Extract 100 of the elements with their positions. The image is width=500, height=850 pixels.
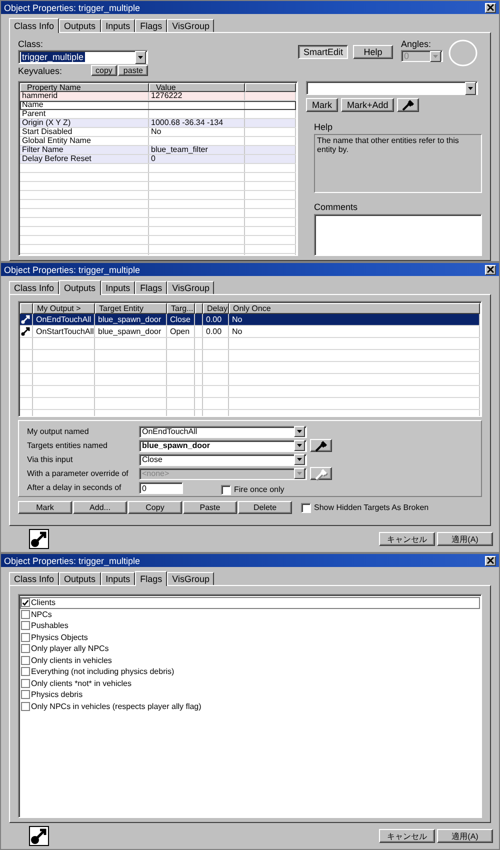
flag-label: Only NPCs in vehicles (respects player ally flag)	[31, 702, 202, 711]
tab[interactable]: Class Info	[9, 281, 60, 294]
property-value: 1000.68 -36.34 -134	[151, 119, 224, 127]
cancel-button[interactable]: キャンセル	[379, 532, 435, 546]
close-button[interactable]	[485, 2, 496, 12]
keyvalues-label: Keyvalues:	[18, 66, 62, 76]
column-header[interactable]	[20, 303, 33, 314]
checkbox[interactable]	[21, 667, 30, 676]
tab[interactable]: Flags	[135, 571, 168, 586]
class-dropdown[interactable]: trigger_multiple	[18, 50, 148, 64]
checkbox[interactable]	[21, 610, 30, 619]
action-button[interactable]: Delete	[238, 501, 292, 514]
smartedit-button[interactable]: SmartEdit	[298, 45, 348, 59]
checkbox[interactable]	[21, 656, 30, 665]
action-button[interactable]: Mark	[18, 501, 72, 514]
tab[interactable]: Inputs	[100, 281, 136, 294]
property-row[interactable]: Start Disabled No	[20, 128, 296, 137]
flag-item[interactable]: Everything (not including physics debris)	[20, 666, 480, 678]
eyedropper-button[interactable]	[397, 98, 420, 112]
tab[interactable]: Outputs	[59, 280, 101, 295]
column-header[interactable]: Targ...	[167, 303, 195, 314]
tab[interactable]: VisGroup	[167, 19, 214, 32]
column-header[interactable]: Value	[149, 83, 245, 92]
action-button[interactable]: Copy	[128, 501, 182, 514]
property-name: Filter Name	[20, 146, 149, 154]
tab[interactable]: Inputs	[100, 19, 136, 32]
column-header[interactable]: Only Once	[229, 303, 480, 314]
paste-button[interactable]: paste	[118, 65, 148, 76]
checkbox[interactable]	[21, 598, 30, 608]
tab[interactable]: Flags	[135, 19, 168, 32]
column-header[interactable]: Delay	[203, 303, 229, 314]
property-row[interactable]: Delay Before Reset 0	[20, 155, 296, 164]
flag-item[interactable]: Only clients *not* in vehicles	[20, 678, 480, 689]
output-row[interactable]: OnEndTouchAll blue_spawn_door Close 0.00 No	[20, 314, 480, 326]
tab[interactable]: Flags	[135, 281, 168, 294]
field-label: My output named	[27, 427, 90, 436]
property-row[interactable]: hammerid 1276222	[20, 92, 296, 101]
flag-item[interactable]: Pushables	[20, 620, 480, 632]
tab[interactable]: Outputs	[59, 19, 101, 32]
dropdown-field[interactable]: blue_spawn_door	[139, 440, 307, 452]
column-header[interactable]	[245, 83, 296, 92]
delay-field[interactable]: 0	[139, 482, 183, 494]
comments-label: Comments	[314, 202, 359, 212]
action-button[interactable]: Add...	[73, 501, 127, 514]
tab[interactable]: VisGroup	[167, 281, 214, 294]
checkbox[interactable]	[221, 484, 231, 494]
comments-field[interactable]	[314, 214, 482, 256]
dropdown-field[interactable]: Close	[139, 454, 307, 466]
tab[interactable]: Inputs	[100, 572, 136, 585]
checkbox[interactable]	[21, 678, 30, 688]
copy-button[interactable]: copy	[90, 65, 118, 76]
flag-item[interactable]: Physics Objects	[20, 632, 480, 643]
checkbox[interactable]	[301, 502, 311, 512]
property-dropdown[interactable]	[306, 81, 478, 95]
property-value: 0	[151, 155, 156, 163]
property-row[interactable]: Filter Name blue_team_filter	[20, 146, 296, 155]
mark-button[interactable]: Mark	[306, 98, 338, 112]
property-row[interactable]: Name	[20, 101, 296, 110]
flag-item[interactable]: Only NPCs in vehicles (respects player ally flag)	[20, 700, 480, 712]
class-label: Class:	[18, 39, 44, 49]
apply-button[interactable]: 適用(A)	[437, 532, 493, 546]
close-icon	[487, 557, 494, 564]
table-cell: 0.00	[203, 326, 229, 337]
flag-item[interactable]: Clients	[20, 597, 480, 608]
output-row[interactable]: OnStartTouchAll blue_spawn_door Open 0.00 No	[20, 326, 480, 338]
tab[interactable]: Class Info	[9, 18, 60, 33]
column-header[interactable]	[195, 303, 203, 314]
cancel-button[interactable]: キャンセル	[379, 829, 435, 843]
close-button[interactable]	[485, 264, 496, 274]
checkbox[interactable]	[21, 621, 30, 630]
tab[interactable]: Class Info	[9, 572, 60, 585]
flag-item[interactable]: Only clients in vehicles	[20, 654, 480, 666]
checkbox[interactable]	[21, 690, 30, 700]
action-button[interactable]: Paste	[183, 501, 237, 514]
table-cell: Close	[167, 314, 195, 325]
close-button[interactable]	[485, 556, 496, 566]
apply-button[interactable]: 適用(A)	[437, 829, 493, 843]
window-title: Object Properties: trigger_multiple	[4, 264, 142, 274]
flag-label: Pushables	[31, 621, 68, 630]
checkbox[interactable]	[21, 702, 30, 711]
entity-icon	[29, 826, 49, 846]
tab[interactable]: Outputs	[59, 572, 101, 585]
eyedropper-button[interactable]	[310, 439, 332, 452]
table-cell: OnStartTouchAll	[33, 326, 95, 337]
column-header[interactable]: Target Entity	[95, 303, 167, 314]
flag-item[interactable]: Only player ally NPCs	[20, 643, 480, 654]
help-button[interactable]: Help	[353, 45, 393, 59]
mark-add-button[interactable]: Mark+Add	[341, 98, 394, 112]
dropdown-field[interactable]: OnEndTouchAll	[139, 426, 307, 438]
checkbox-label: Fire once only	[234, 485, 284, 494]
checkbox[interactable]	[21, 632, 30, 642]
column-header[interactable]: My Output >	[33, 303, 95, 314]
column-header[interactable]: Property Name	[20, 83, 149, 92]
dropdown-arrow-icon	[294, 454, 305, 465]
tab[interactable]: VisGroup	[167, 572, 214, 585]
property-row[interactable]: Origin (X Y Z) 1000.68 -36.34 -134	[20, 119, 296, 128]
checkbox[interactable]	[21, 644, 30, 654]
flag-item[interactable]: NPCs	[20, 608, 480, 620]
flag-item[interactable]: Physics debris	[20, 689, 480, 700]
entity-icon	[29, 529, 49, 549]
